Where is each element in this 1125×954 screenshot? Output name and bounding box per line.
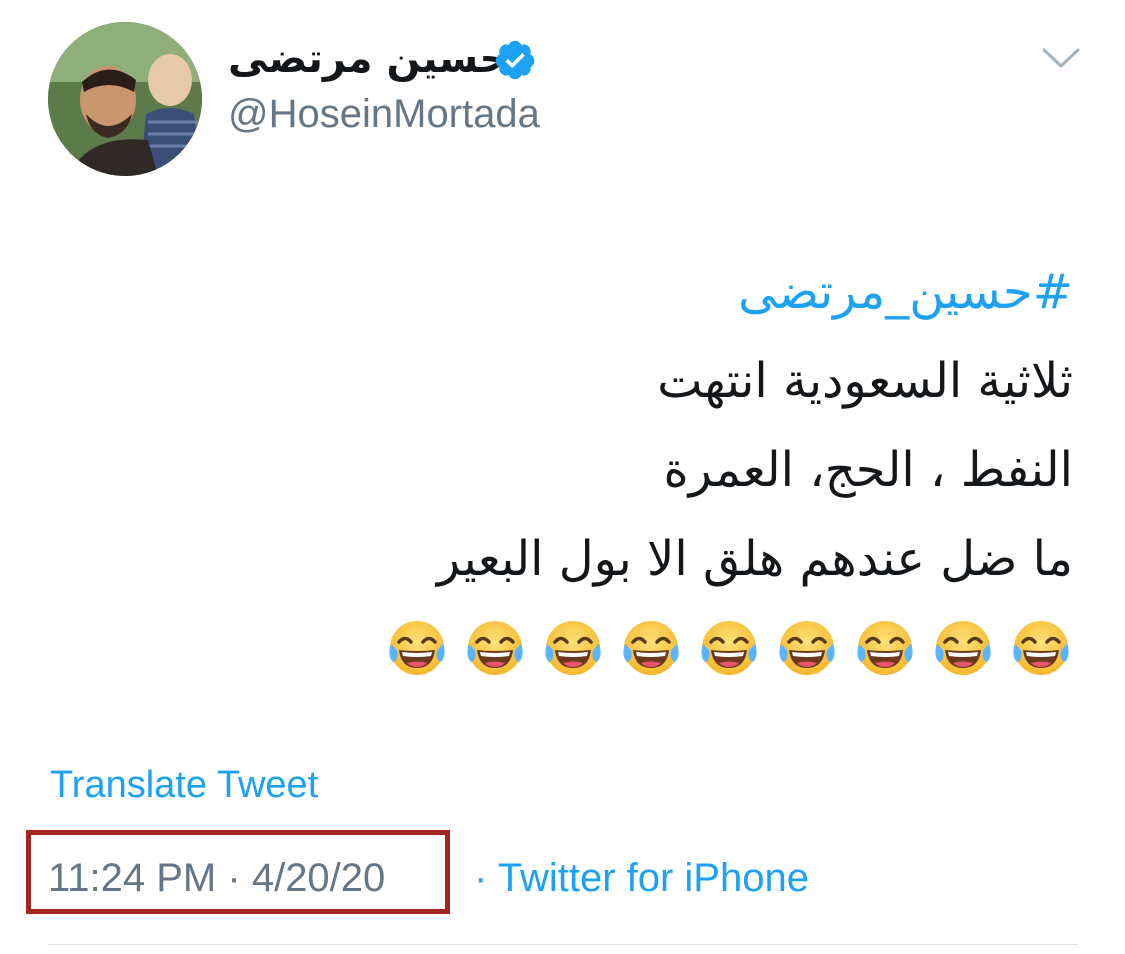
display-name[interactable]: حسين مرتضى — [228, 36, 508, 82]
user-handle[interactable]: @HoseinMortada — [228, 92, 540, 137]
verified-badge-icon — [495, 40, 535, 80]
separator-dot: · — [227, 856, 241, 900]
source-link[interactable]: · Twitter for iPhone — [474, 856, 809, 901]
avatar[interactable] — [48, 22, 202, 176]
tweet-time: 11:24 PM — [48, 856, 217, 900]
tweet-line: ثلاثية السعودية انتهت — [657, 353, 1073, 409]
translate-tweet-link[interactable]: Translate Tweet — [50, 764, 318, 807]
tweet-line: النفط ، الحج، العمرة — [663, 442, 1073, 498]
face-with-tears-of-joy-icon — [701, 621, 757, 675]
tweet-line: ما ضل عندهم هلق الا بول البعير — [436, 531, 1073, 587]
chevron-down-icon[interactable] — [1040, 42, 1082, 72]
face-with-tears-of-joy-icon — [545, 621, 601, 675]
tweet-timestamp[interactable]: 11:24 PM · 4/20/20 — [48, 856, 385, 901]
emoji-row — [385, 616, 1073, 680]
face-with-tears-of-joy-icon — [935, 621, 991, 675]
face-with-tears-of-joy-icon — [857, 621, 913, 675]
face-with-tears-of-joy-icon — [623, 621, 679, 675]
source-label: Twitter for iPhone — [497, 856, 809, 900]
separator-dot: · — [474, 856, 488, 900]
face-with-tears-of-joy-icon — [467, 621, 523, 675]
tweet-date: 4/20/20 — [251, 856, 386, 900]
face-with-tears-of-joy-icon — [779, 621, 835, 675]
face-with-tears-of-joy-icon — [1013, 621, 1069, 675]
divider — [48, 944, 1078, 945]
hashtag-link[interactable]: #حسين_مرتضى — [738, 264, 1073, 320]
tweet-text: #حسين_مرتضى ثلاثية السعودية انتهت النفط … — [173, 248, 1073, 604]
face-with-tears-of-joy-icon — [389, 621, 445, 675]
avatar-photo — [48, 22, 202, 176]
